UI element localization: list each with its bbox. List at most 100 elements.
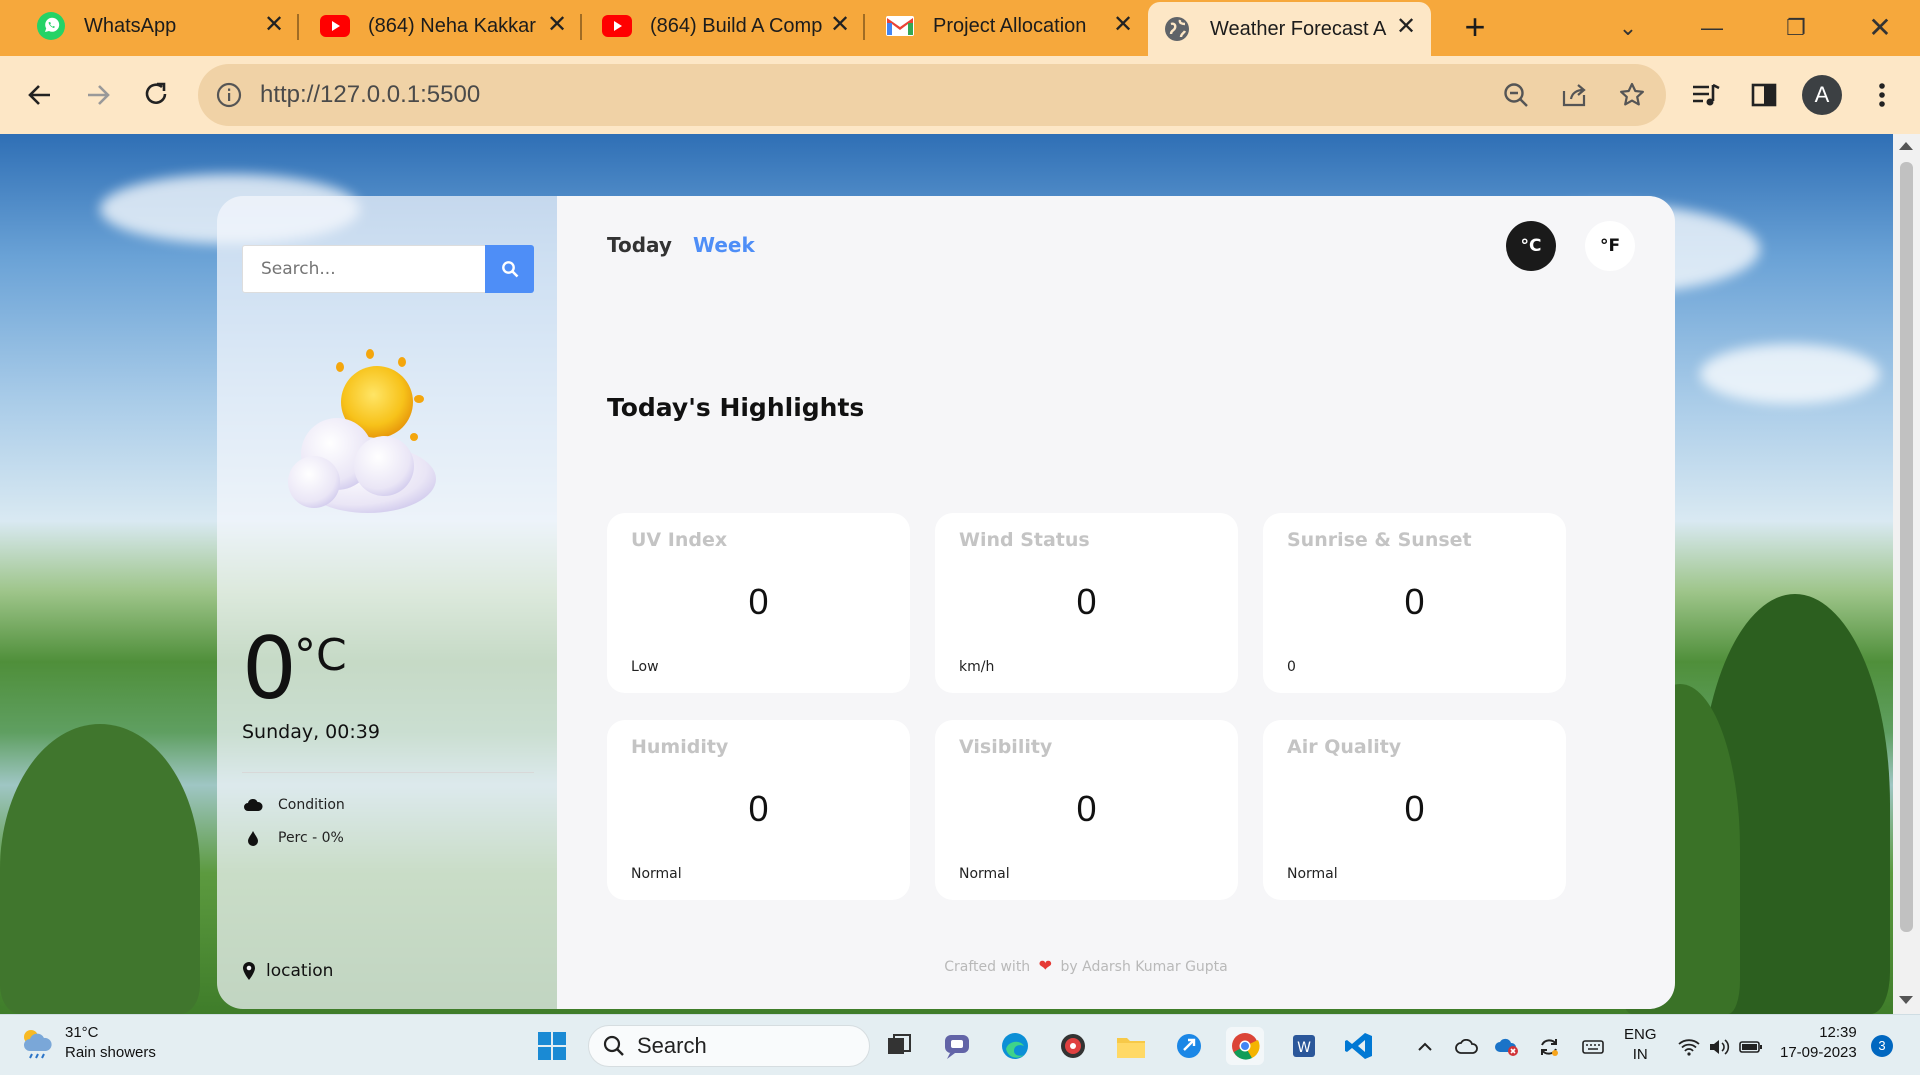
footer-credit: Crafted with ❤ by Adarsh Kumar Gupta xyxy=(557,956,1675,975)
word-icon[interactable]: W xyxy=(1284,1027,1322,1065)
browser-toolbar: http://127.0.0.1:5500 A xyxy=(0,56,1920,134)
card-value: 0 xyxy=(1404,788,1425,829)
tab-week[interactable]: Week xyxy=(693,233,755,257)
card-title: UV Index xyxy=(631,529,728,551)
location-text: location xyxy=(266,961,334,981)
celsius-button[interactable]: °C xyxy=(1506,221,1556,271)
scroll-down-icon[interactable] xyxy=(1899,996,1913,1004)
close-tab-icon[interactable]: ✕ xyxy=(827,12,853,38)
condition-text: Condition xyxy=(278,797,345,813)
url-text[interactable]: http://127.0.0.1:5500 xyxy=(260,81,480,109)
location-row: location xyxy=(242,961,333,981)
scrollbar-thumb[interactable] xyxy=(1900,162,1913,932)
partly-cloudy-weather-icon xyxy=(288,349,436,513)
close-tab-icon[interactable]: ✕ xyxy=(1393,14,1419,40)
close-tab-icon[interactable]: ✕ xyxy=(1110,12,1136,38)
tab-whatsapp[interactable]: WhatsApp ✕ xyxy=(22,0,299,52)
city-search-input[interactable] xyxy=(242,245,485,293)
youtube-icon xyxy=(602,11,632,41)
clock-time: 12:39 xyxy=(1819,1024,1857,1041)
keyboard-icon[interactable] xyxy=(1580,1034,1606,1060)
close-tab-icon[interactable]: ✕ xyxy=(261,12,287,38)
card-status: 0 xyxy=(1287,659,1296,675)
tab-label: Weather Forecast A xyxy=(1210,17,1387,40)
tab-today[interactable]: Today xyxy=(607,233,672,257)
sunrise-sunset-card: Sunrise & Sunset 0 0 xyxy=(1263,513,1566,693)
restore-icon[interactable]: ❐ xyxy=(1776,8,1816,48)
air-quality-card: Air Quality 0 Normal xyxy=(1263,720,1566,900)
scroll-up-icon[interactable] xyxy=(1899,142,1913,150)
fahrenheit-button[interactable]: °F xyxy=(1585,221,1635,271)
bookmark-star-icon[interactable] xyxy=(1614,77,1650,113)
weather-app-card: 0 °C Sunday, 00:39 Condition Perc - 0% l… xyxy=(217,196,1675,1009)
address-bar[interactable]: http://127.0.0.1:5500 xyxy=(198,64,1666,126)
teams-chat-icon[interactable] xyxy=(938,1027,976,1065)
page-scrollbar[interactable] xyxy=(1893,134,1920,1014)
reading-list-icon[interactable] xyxy=(1684,73,1728,117)
tab-label: (864) Build A Comp xyxy=(650,14,823,37)
app-icon[interactable] xyxy=(1170,1027,1208,1065)
uv-index-card: UV Index 0 Low xyxy=(607,513,910,693)
show-hidden-icons-chevron[interactable] xyxy=(1412,1034,1438,1060)
browser-tab-strip: WhatsApp ✕ (864) Neha Kakkar ✕ (864) Bui… xyxy=(0,0,1920,56)
precipitation-text: Perc - 0% xyxy=(278,830,344,846)
precipitation-row: Perc - 0% xyxy=(242,829,344,847)
profile-avatar[interactable]: A xyxy=(1802,75,1842,115)
windows-taskbar: 31°C Rain showers Search W ENG IN 12:39 … xyxy=(0,1014,1920,1075)
tab-weather-forecast[interactable]: Weather Forecast A ✕ xyxy=(1148,2,1431,56)
card-title: Humidity xyxy=(631,736,729,758)
zoom-icon[interactable] xyxy=(1498,77,1534,113)
taskbar-search-box[interactable]: Search xyxy=(588,1025,870,1067)
card-status: km/h xyxy=(959,659,995,675)
site-info-icon[interactable] xyxy=(216,82,242,108)
vscode-icon[interactable] xyxy=(1340,1027,1378,1065)
taskbar-weather-widget[interactable]: 31°C Rain showers xyxy=(20,1023,156,1063)
tab-label: WhatsApp xyxy=(84,14,177,37)
app-icon[interactable] xyxy=(1054,1027,1092,1065)
reload-button[interactable] xyxy=(134,73,178,117)
new-tab-button[interactable]: + xyxy=(1455,8,1495,48)
side-panel-icon[interactable] xyxy=(1742,73,1786,117)
footer-prefix: Crafted with xyxy=(944,959,1031,975)
tab-gmail-project[interactable]: Project Allocation ✕ xyxy=(871,0,1148,52)
wifi-icon[interactable] xyxy=(1676,1034,1702,1060)
tab-search-chevron-icon[interactable]: ⌄ xyxy=(1608,8,1648,48)
tab-label: Project Allocation xyxy=(933,14,1087,37)
sync-icon[interactable] xyxy=(1536,1034,1562,1060)
close-tab-icon[interactable]: ✕ xyxy=(544,12,570,38)
onedrive-cloud-icon[interactable] xyxy=(1454,1034,1480,1060)
humidity-card: Humidity 0 Normal xyxy=(607,720,910,900)
card-value: 0 xyxy=(1076,581,1097,622)
sidebar-divider xyxy=(242,772,534,773)
svg-text:W: W xyxy=(1297,1040,1311,1056)
search-icon xyxy=(603,1035,624,1056)
taskbar-clock[interactable]: 12:39 17-09-2023 xyxy=(1780,1023,1857,1063)
weather-sidebar: 0 °C Sunday, 00:39 Condition Perc - 0% l… xyxy=(217,196,557,1009)
battery-icon[interactable] xyxy=(1738,1034,1764,1060)
onedrive-error-icon[interactable] xyxy=(1494,1034,1520,1060)
file-explorer-icon[interactable] xyxy=(1112,1027,1150,1065)
tab-youtube-neha[interactable]: (864) Neha Kakkar ✕ xyxy=(306,0,582,52)
card-title: Sunrise & Sunset xyxy=(1287,529,1472,551)
language-indicator[interactable]: ENG IN xyxy=(1624,1025,1657,1065)
search-button[interactable] xyxy=(485,245,534,293)
notification-badge[interactable]: 3 xyxy=(1871,1035,1893,1057)
tab-youtube-build[interactable]: (864) Build A Comp ✕ xyxy=(588,0,865,52)
youtube-icon xyxy=(320,11,350,41)
back-button[interactable] xyxy=(18,73,62,117)
volume-icon[interactable] xyxy=(1706,1034,1732,1060)
background-cloud xyxy=(1700,344,1880,404)
chrome-icon[interactable] xyxy=(1226,1027,1264,1065)
close-window-icon[interactable]: ✕ xyxy=(1860,8,1900,48)
share-icon[interactable] xyxy=(1556,77,1592,113)
forward-button[interactable] xyxy=(76,73,120,117)
card-value: 0 xyxy=(1404,581,1425,622)
windows-start-icon[interactable] xyxy=(533,1027,571,1065)
minimize-icon[interactable]: — xyxy=(1692,8,1732,48)
card-status: Low xyxy=(631,659,659,675)
menu-kebab-icon[interactable] xyxy=(1860,73,1904,117)
card-value: 0 xyxy=(748,581,769,622)
task-view-icon[interactable] xyxy=(880,1027,918,1065)
edge-browser-icon[interactable] xyxy=(996,1027,1034,1065)
gmail-icon xyxy=(885,11,915,41)
